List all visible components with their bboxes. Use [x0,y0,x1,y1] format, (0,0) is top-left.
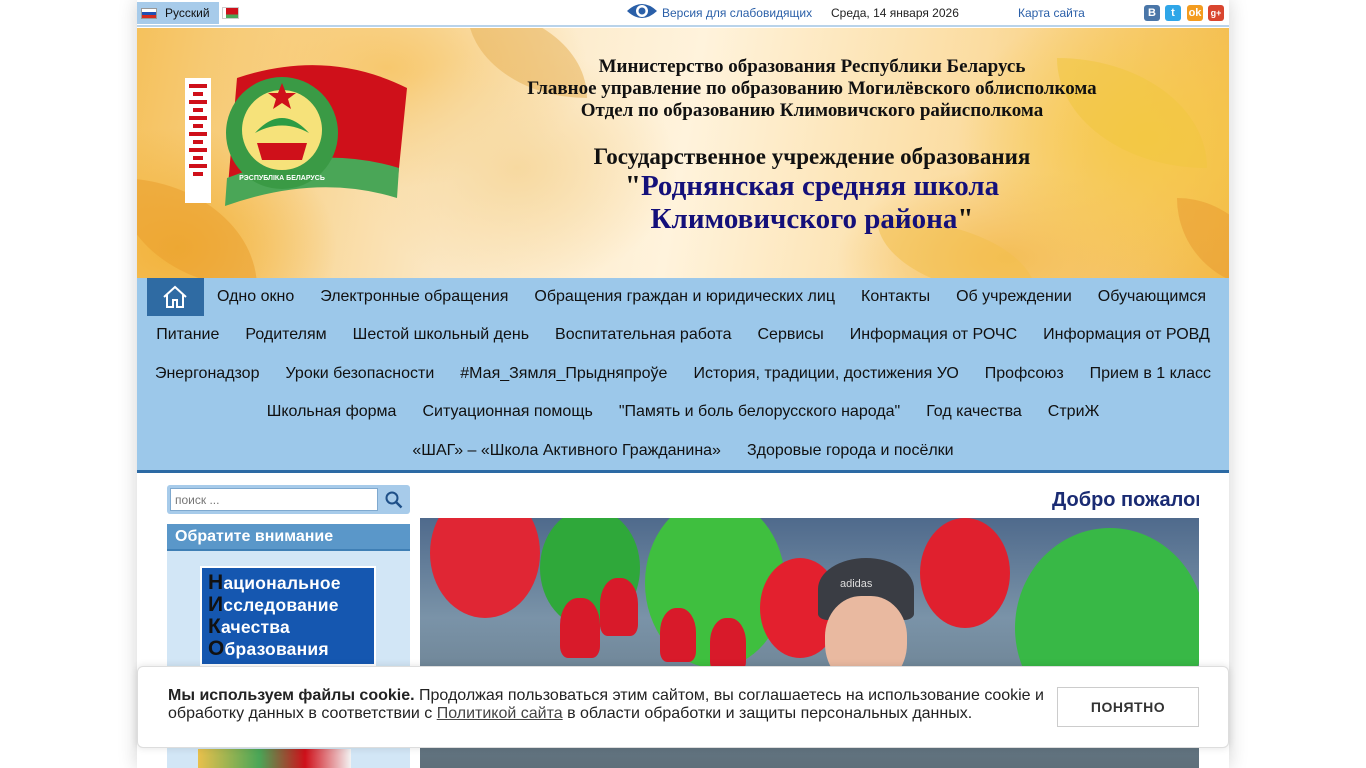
vk-icon[interactable]: В [1144,5,1160,21]
nav-item[interactable]: Электронные обращения [307,278,521,316]
nav-item[interactable]: Информация от РОВД [1030,316,1223,354]
search-box [167,485,410,514]
belarus-emblem-icon: РЭСПУБЛІКА БЕЛАРУСЬ [185,65,407,206]
nav-item[interactable]: Сервисы [744,316,836,354]
nav-item[interactable]: Питание [143,316,232,354]
current-date: Среда, 14 января 2026 [831,6,959,20]
russia-flag-icon [141,7,157,19]
nav-row: Энергонадзор Уроки безопасности #Мая_Зям… [137,355,1229,393]
welcome-heading-area: Добро пожаловать [420,480,1199,516]
site-header: РЭСПУБЛІКА БЕЛАРУСЬ Министерство образов… [137,28,1229,278]
nav-item[interactable]: Здоровые города и посёлки [734,432,967,470]
balloon-decoration [920,518,1010,628]
nav-item[interactable]: Одно окно [204,278,307,316]
accept-cookies-button[interactable]: ПОНЯТНО [1057,687,1199,727]
top-bar: Русский Версия для слабовидящих Среда, 1… [137,0,1229,27]
nav-item[interactable]: "Память и боль белорусского народа" [606,393,913,431]
nav-item[interactable]: #Мая_Зямля_Прыдняпроўе [447,355,680,393]
nav-item[interactable]: Контакты [848,278,943,316]
nav-item[interactable]: Прием в 1 класс [1077,355,1224,393]
nav-item[interactable]: Энергонадзор [142,355,273,393]
nav-item[interactable]: Родителям [232,316,339,354]
belarus-flag-icon[interactable] [222,7,239,19]
welcome-heading: Добро пожаловать [1052,489,1199,511]
nav-item[interactable]: История, традиции, достижения УО [680,355,971,393]
page-container: Русский Версия для слабовидящих Среда, 1… [137,0,1229,768]
notice-title: Обратите внимание [167,524,410,551]
tulip-decoration [710,618,746,672]
nav-item[interactable]: Воспитательная работа [542,316,744,354]
tulip-decoration [660,608,696,662]
institution-type: Государственное учреждение образования [593,144,1031,169]
main-navigation: Одно окно Электронные обращения Обращени… [137,278,1229,473]
regional-directorate-title: Главное управление по образованию Могилё… [527,78,1097,99]
eye-icon[interactable] [626,1,658,21]
ministry-title: Министерство образования Республики Бела… [598,56,1026,77]
district-department-title: Отдел по образованию Климовичского райис… [580,100,1044,121]
niko-line: Образования [208,637,329,660]
home-button[interactable] [146,278,204,316]
emblem-text: РЭСПУБЛІКА БЕЛАРУСЬ [239,175,325,182]
privacy-policy-link[interactable]: Политикой сайта [437,705,563,722]
nav-row: Питание Родителям Шестой школьный день В… [137,316,1229,354]
nav-item[interactable]: Уроки безопасности [272,355,447,393]
twitter-icon[interactable]: t [1165,5,1181,21]
nav-item[interactable]: Об учреждении [943,278,1085,316]
odnoklassniki-icon[interactable]: ok [1187,5,1203,21]
sidebar-banner[interactable] [198,749,351,768]
language-selector[interactable]: Русский [137,2,219,24]
tulip-decoration [600,578,638,636]
school-name-line1: "Роднянская средняя школа [624,170,1000,202]
nav-row: «ШАГ» – «Школа Активного Гражданина» Здо… [137,432,1229,470]
niko-line: Качества [208,615,290,638]
search-button[interactable] [380,488,407,511]
language-label: Русский [165,6,210,20]
nav-item[interactable]: СтриЖ [1035,393,1113,431]
hat-brand-text: adidas [840,578,873,590]
nav-item[interactable]: Год качества [913,393,1035,431]
tulip-decoration [560,598,600,658]
sitemap-link[interactable]: Карта сайта [1018,6,1085,20]
niko-banner[interactable]: Национальное Исследование Качества Образ… [200,566,376,666]
school-name-line2: Климовичского района" [650,203,974,235]
nav-item[interactable]: «ШАГ» – «Школа Активного Гражданина» [399,432,734,470]
nav-item[interactable]: Профсоюз [972,355,1077,393]
home-icon [163,285,188,308]
balloon-decoration [430,518,540,618]
niko-line: Национальное [208,571,341,594]
nav-row: Школьная форма Ситуационная помощь "Памя… [137,393,1229,431]
search-input[interactable] [170,488,378,511]
google-plus-icon[interactable]: g+ [1208,5,1224,21]
search-icon [385,491,402,508]
cookie-consent-bar: Мы используем файлы cookie. Продолжая по… [137,666,1229,748]
cookie-message: Мы используем файлы cookie. Продолжая по… [168,687,1044,722]
nav-item[interactable]: Обучающимся [1085,278,1219,316]
nav-row: Одно окно Электронные обращения Обращени… [137,278,1229,316]
nav-item[interactable]: Шестой школьный день [340,316,542,354]
nav-item[interactable]: Обращения граждан и юридических лиц [521,278,848,316]
niko-line: Исследование [208,593,339,616]
nav-item[interactable]: Ситуационная помощь [409,393,605,431]
low-vision-link[interactable]: Версия для слабовидящих [662,6,812,20]
nav-item[interactable]: Школьная форма [254,393,410,431]
nav-item[interactable]: Информация от РОЧС [837,316,1030,354]
